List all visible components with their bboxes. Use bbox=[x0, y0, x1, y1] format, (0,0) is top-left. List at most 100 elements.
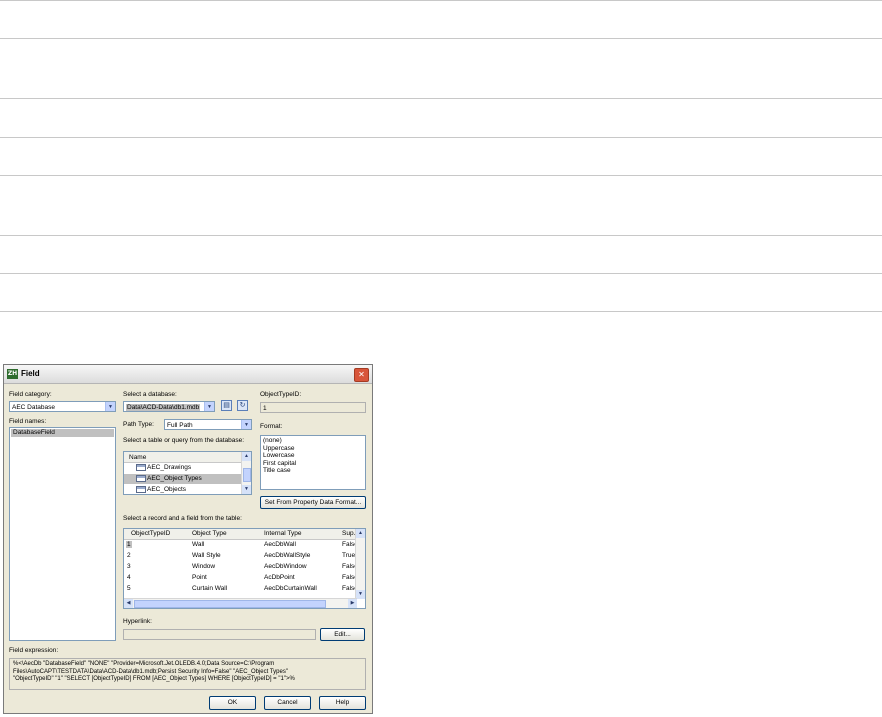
column-header[interactable]: Object Type bbox=[192, 530, 227, 537]
table-rule bbox=[0, 311, 882, 312]
table-list-scrollbar[interactable]: ▲ ▼ bbox=[241, 452, 251, 494]
browse-database-icon[interactable]: ▤ bbox=[221, 400, 232, 411]
column-header[interactable]: Internal Type bbox=[264, 530, 301, 537]
field-names-list[interactable]: DatabaseField bbox=[9, 427, 116, 641]
table-icon bbox=[136, 464, 146, 471]
scroll-down-icon[interactable]: ▼ bbox=[356, 590, 365, 599]
ok-button[interactable]: OK bbox=[209, 696, 256, 710]
chevron-down-icon[interactable]: ▼ bbox=[105, 402, 115, 411]
scroll-left-icon[interactable]: ◀ bbox=[124, 599, 133, 608]
cell-internal-type[interactable]: AecDbWallStyle bbox=[264, 552, 310, 559]
dialog-title: Field bbox=[21, 369, 40, 378]
field-name-item: DatabaseField bbox=[13, 429, 55, 436]
field-expression-label: Field expression: bbox=[9, 647, 59, 654]
table-row[interactable]: 2 Wall Style AecDbWallStyle True bbox=[124, 551, 357, 561]
format-option[interactable]: First capital bbox=[263, 460, 296, 468]
scroll-right-icon[interactable]: ▶ bbox=[348, 599, 357, 608]
field-dialog: ZH Field ✕ Field category: AEC Database … bbox=[3, 364, 373, 714]
cancel-button[interactable]: Cancel bbox=[264, 696, 311, 710]
cell-objecttypeid[interactable]: 2 bbox=[127, 552, 131, 559]
cell-sup[interactable]: True bbox=[342, 552, 355, 559]
path-type-label: Path Type: bbox=[123, 421, 154, 428]
format-option[interactable]: Lowercase bbox=[263, 452, 296, 460]
close-icon[interactable]: ✕ bbox=[354, 368, 369, 382]
cell-object-type[interactable]: Point bbox=[192, 574, 207, 581]
table-name: AEC_Object Types bbox=[147, 475, 202, 482]
list-item[interactable]: AEC_Objects bbox=[124, 485, 243, 494]
cell-objecttypeid[interactable]: 3 bbox=[127, 563, 131, 570]
field-names-label: Field names: bbox=[9, 418, 47, 425]
table-name: AEC_Objects bbox=[147, 486, 187, 493]
table-rule bbox=[0, 137, 882, 138]
table-icon bbox=[136, 475, 146, 482]
cell-internal-type[interactable]: AcDbPoint bbox=[264, 574, 295, 581]
database-value: Data\ACD-Data\db1.mdb bbox=[126, 404, 201, 411]
cell-objecttypeid[interactable]: 5 bbox=[127, 585, 131, 592]
scroll-up-icon[interactable]: ▲ bbox=[242, 452, 251, 461]
column-header[interactable]: ObjectTypeID bbox=[131, 530, 170, 537]
cell-object-type[interactable]: Window bbox=[192, 563, 215, 570]
cell-object-type[interactable]: Curtain Wall bbox=[192, 585, 227, 592]
database-select[interactable]: Data\ACD-Data\db1.mdb ▼ bbox=[123, 401, 215, 412]
format-option[interactable]: Uppercase bbox=[263, 445, 296, 453]
field-expression-line: %<\AecDb "DatabaseField" "NONE" "Provide… bbox=[13, 661, 275, 667]
chevron-down-icon[interactable]: ▼ bbox=[241, 420, 251, 429]
table-rule bbox=[0, 175, 882, 176]
table-icon bbox=[136, 486, 146, 493]
cell-object-type[interactable]: Wall bbox=[192, 541, 204, 548]
table-rule bbox=[0, 273, 882, 274]
hyperlink-field bbox=[123, 629, 316, 640]
scroll-thumb[interactable] bbox=[134, 600, 326, 608]
cell-objecttypeid[interactable]: 1 bbox=[126, 541, 132, 548]
title-bar[interactable]: ZH Field ✕ bbox=[4, 365, 372, 384]
path-type-select[interactable]: Full Path ▼ bbox=[164, 419, 252, 430]
scroll-down-icon[interactable]: ▼ bbox=[242, 485, 251, 494]
table-list-header[interactable]: Name bbox=[124, 452, 243, 463]
cell-object-type[interactable]: Wall Style bbox=[192, 552, 221, 559]
hyperlink-label: Hyperlink: bbox=[123, 618, 152, 625]
field-expression-line: "ObjectTypeID" "1" "SELECT [ObjectTypeID… bbox=[13, 676, 295, 682]
list-item[interactable]: AEC_Object Types bbox=[124, 474, 243, 484]
record-grid-hscrollbar[interactable]: ◀ ▶ bbox=[124, 598, 357, 608]
list-item[interactable]: DatabaseField bbox=[11, 429, 114, 437]
help-button[interactable]: Help bbox=[319, 696, 366, 710]
table-row[interactable]: 1 Wall AecDbWall False bbox=[124, 540, 358, 550]
table-list[interactable]: Name AEC_Drawings AEC_Object Types AEC_O… bbox=[123, 451, 252, 495]
format-label: Format: bbox=[260, 423, 283, 430]
format-option[interactable]: (none) bbox=[263, 437, 296, 445]
objecttypeid-label: ObjectTypeID: bbox=[260, 391, 302, 398]
record-grid-vscrollbar[interactable]: ▲ ▼ bbox=[355, 529, 365, 599]
record-grid[interactable]: ObjectTypeID Object Type Internal Type S… bbox=[123, 528, 366, 609]
cell-objecttypeid[interactable]: 4 bbox=[127, 574, 131, 581]
field-expression-box: %<\AecDb "DatabaseField" "NONE" "Provide… bbox=[9, 658, 366, 690]
field-category-value: AEC Database bbox=[12, 404, 55, 411]
table-list-header-label: Name bbox=[129, 454, 147, 461]
record-grid-header: ObjectTypeID Object Type Internal Type S… bbox=[124, 529, 359, 540]
field-category-label: Field category: bbox=[9, 391, 52, 398]
table-rule bbox=[0, 235, 882, 236]
field-expression-line: Files\AutoCAPT\TESTDATA\Data\ACD-Data\db… bbox=[13, 668, 288, 675]
scroll-up-icon[interactable]: ▲ bbox=[356, 529, 365, 538]
scroll-thumb[interactable] bbox=[243, 468, 251, 482]
objecttypeid-field: 1 bbox=[260, 402, 366, 413]
path-type-value: Full Path bbox=[167, 422, 193, 429]
table-row[interactable]: 5 Curtain Wall AecDbCurtainWall False bbox=[124, 584, 358, 594]
refresh-database-icon[interactable]: ↻ bbox=[237, 400, 248, 411]
chevron-down-icon[interactable]: ▼ bbox=[204, 402, 214, 411]
field-category-select[interactable]: AEC Database ▼ bbox=[9, 401, 116, 412]
list-item[interactable]: AEC_Drawings bbox=[124, 463, 243, 473]
cell-internal-type[interactable]: AecDbWindow bbox=[264, 563, 307, 570]
table-rule bbox=[0, 0, 882, 1]
format-list[interactable]: (none) Uppercase Lowercase First capital… bbox=[260, 435, 366, 490]
set-from-property-data-format-button[interactable]: Set From Property Data Format... bbox=[260, 496, 366, 509]
edit-button[interactable]: Edit... bbox=[320, 628, 365, 641]
app-icon: ZH bbox=[7, 369, 18, 379]
table-rule bbox=[0, 38, 882, 39]
format-option[interactable]: Title case bbox=[263, 467, 296, 475]
table-row[interactable]: 4 Point AcDbPoint False bbox=[124, 573, 358, 583]
cell-internal-type[interactable]: AecDbWall bbox=[264, 541, 296, 548]
table-row[interactable]: 3 Window AecDbWindow False bbox=[124, 562, 358, 572]
database-label: Select a database: bbox=[123, 391, 177, 398]
table-rule bbox=[0, 98, 882, 99]
cell-internal-type[interactable]: AecDbCurtainWall bbox=[264, 585, 317, 592]
